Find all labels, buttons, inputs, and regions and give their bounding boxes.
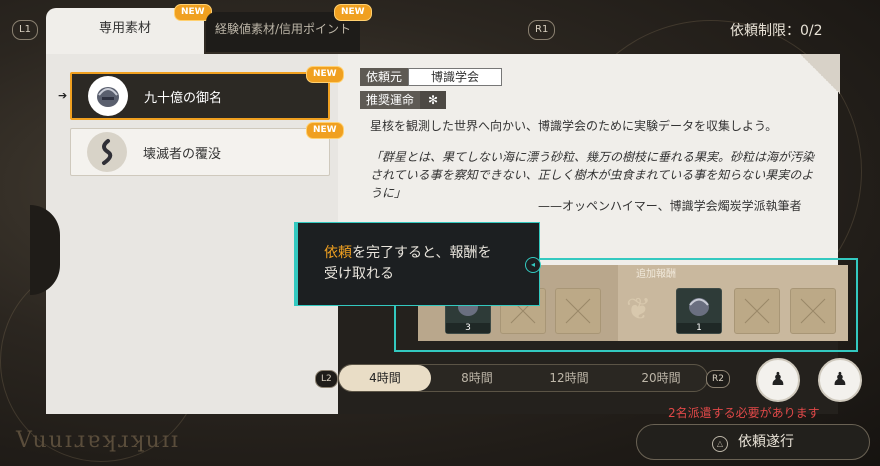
l1-button-hint: L1 — [12, 20, 38, 40]
l2-button-hint: L2 — [315, 370, 338, 388]
new-badge: NEW — [306, 66, 344, 83]
character-slot-1[interactable]: ♟ — [756, 358, 800, 402]
add-character-icon: ♟ — [831, 369, 849, 390]
path-key: 推奨運命 — [360, 91, 421, 109]
list-item-selected[interactable]: 九十億の御名 — [70, 72, 330, 120]
duration-option-4h[interactable]: 4時間 — [339, 365, 431, 391]
duration-option-8h[interactable]: 8時間 — [431, 365, 523, 391]
dispatch-button-label: 依頼遂行 — [738, 434, 794, 450]
duration-option-12h[interactable]: 12時間 — [523, 365, 615, 391]
tooltip-pointer-icon: ◂ — [525, 257, 541, 273]
new-badge: NEW — [306, 122, 344, 139]
client-row: 依頼元 博識学会 — [360, 68, 503, 86]
path-row: 推奨運命 ✻ — [360, 91, 447, 109]
tooltip-text: 依頼を完了すると、報酬を受け取れる — [324, 243, 504, 285]
client-key: 依頼元 — [360, 68, 409, 86]
client-value: 博識学会 — [408, 68, 503, 86]
dispatch-button[interactable]: △ 依頼遂行 — [636, 424, 870, 460]
add-character-icon: ♟ — [769, 369, 787, 390]
tooltip-highlight: 依頼 — [324, 245, 352, 261]
triangle-button-icon: △ — [712, 436, 728, 452]
new-badge: NEW — [334, 4, 372, 21]
erudition-path-icon: ✻ — [420, 91, 447, 109]
selection-arrow-icon: ➔ — [58, 89, 68, 102]
duration-option-20h[interactable]: 20時間 — [615, 365, 707, 391]
r1-button-hint: R1 — [528, 20, 556, 40]
material-helmet-icon — [88, 76, 128, 116]
brand-logo: Vuuɪɹɐʞɹʞuɪɪ — [16, 428, 180, 453]
character-slot-2[interactable]: ♟ — [818, 358, 862, 402]
dispatch-requirement-warning: 2名派遣する必要があります — [668, 406, 820, 420]
list-item-label: 九十億の御名 — [144, 90, 223, 106]
r2-button-hint: R2 — [706, 370, 730, 388]
material-wisp-icon — [87, 132, 127, 172]
list-item[interactable]: 壊滅者の覆没 — [70, 128, 330, 176]
duration-selector: 4時間 8時間 12時間 20時間 — [338, 364, 708, 392]
list-item-label: 壊滅者の覆没 — [143, 146, 222, 162]
tutorial-tooltip[interactable]: 依頼を完了すると、報酬を受け取れる — [294, 222, 540, 306]
panel-corner-fold — [800, 54, 840, 94]
quote-author: ——オッペンハイマー、博識学会燭炭学派執筆者 — [538, 199, 802, 213]
commission-limit: 依頼制限：0/2 — [730, 23, 823, 39]
commission-description: 星核を観測した世界へ向かい、博識学会のために実験データを収集しよう。 — [370, 119, 778, 133]
commission-quote: 「群星とは、果てしない海に漂う砂粒、幾万の樹枝に垂れる果実。砂粒は海が汚染されて… — [370, 150, 815, 200]
